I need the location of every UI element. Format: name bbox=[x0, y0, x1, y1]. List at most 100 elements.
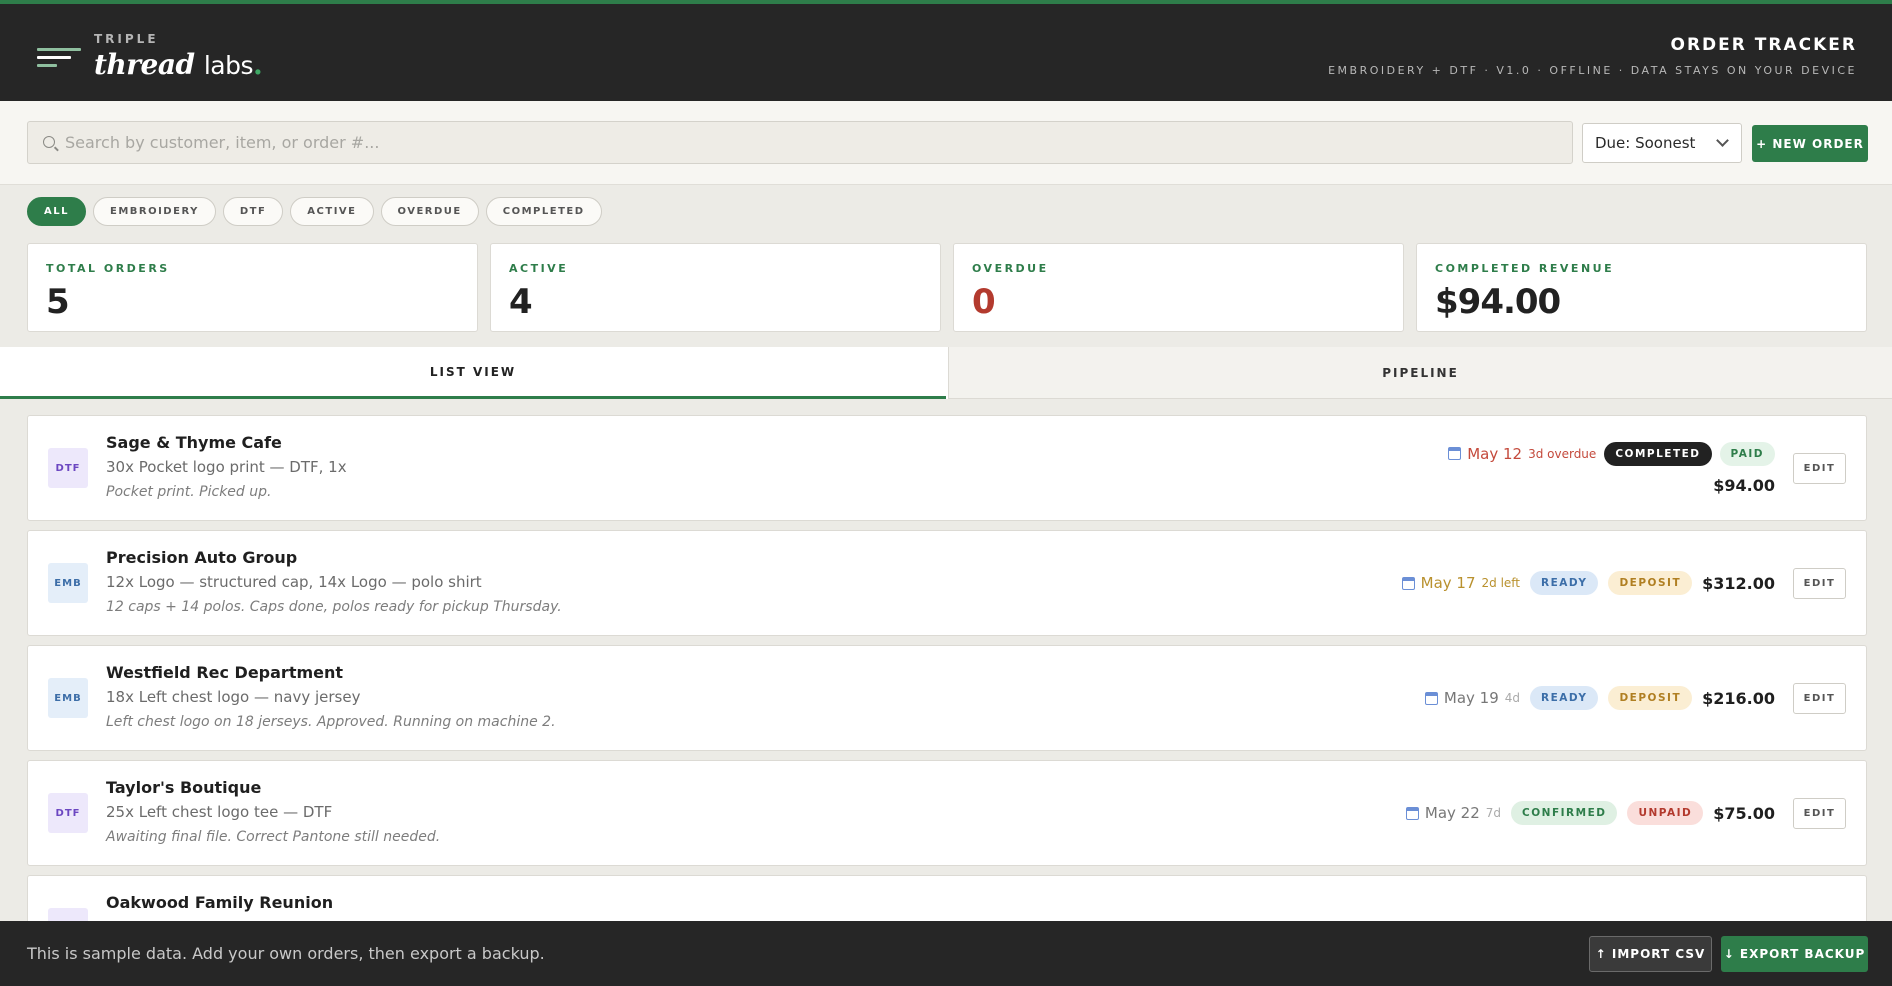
calendar-icon bbox=[1401, 576, 1415, 590]
order-customer: Westfield Rec Department bbox=[106, 663, 344, 682]
filter-embroidery[interactable]: EMBROIDERY bbox=[92, 197, 216, 226]
menu-icon[interactable] bbox=[37, 48, 81, 68]
footer-message: This is sample data. Add your own orders… bbox=[27, 944, 545, 963]
filter-overdue[interactable]: OVERDUE bbox=[380, 197, 479, 226]
order-note: Left chest logo on 18 jerseys. Approved.… bbox=[106, 714, 556, 730]
calendar-icon bbox=[1448, 447, 1462, 460]
order-meta: May 19 4d READY DEPOSIT $216.00 EDIT bbox=[1424, 646, 1846, 750]
filter-all[interactable]: ALL bbox=[27, 197, 86, 226]
filter-active[interactable]: ACTIVE bbox=[290, 197, 374, 226]
order-type-tag: EMB bbox=[48, 678, 88, 718]
stat-label: ACTIVE bbox=[509, 262, 569, 275]
status-badge: READY bbox=[1530, 571, 1599, 595]
order-due-relative: 7d bbox=[1485, 806, 1502, 820]
search-box[interactable] bbox=[27, 121, 1573, 164]
order-type-tag: EMB bbox=[48, 563, 88, 603]
order-due-relative: 2d left bbox=[1481, 576, 1521, 590]
order-meta: May 12 3d overdue COMPLETED PAID $94.00 … bbox=[1448, 416, 1846, 520]
stat-value: 4 bbox=[509, 282, 533, 322]
export-backup-button[interactable]: ↓ EXPORT BACKUP bbox=[1721, 936, 1868, 972]
payment-badge: DEPOSIT bbox=[1608, 686, 1693, 710]
order-items: 25x Left chest logo tee — DTF bbox=[106, 803, 333, 821]
edit-button[interactable]: EDIT bbox=[1793, 452, 1846, 484]
order-items: 12x Logo — structured cap, 14x Logo — po… bbox=[106, 573, 482, 591]
calendar-icon bbox=[1405, 806, 1419, 820]
order-meta: May 17 2d left READY DEPOSIT $312.00 EDI… bbox=[1401, 531, 1846, 635]
status-badge: CONFIRMED bbox=[1511, 801, 1618, 825]
stat-value: 0 bbox=[972, 282, 996, 322]
stat-value: 5 bbox=[46, 282, 70, 322]
order-row[interactable]: DTF Sage & Thyme Cafe 30x Pocket logo pr… bbox=[27, 415, 1867, 521]
payment-badge: UNPAID bbox=[1627, 801, 1704, 825]
stat-active: ACTIVE 4 bbox=[490, 243, 941, 332]
order-customer: Taylor's Boutique bbox=[106, 778, 262, 797]
edit-button[interactable]: EDIT bbox=[1793, 567, 1846, 599]
order-amount: $312.00 bbox=[1702, 573, 1775, 593]
order-items: 30x Pocket logo print — DTF, 1x bbox=[106, 458, 347, 476]
order-row[interactable]: DTF Taylor's Boutique 25x Left chest log… bbox=[27, 760, 1867, 866]
stat-value: $94.00 bbox=[1435, 282, 1561, 322]
search-icon bbox=[43, 136, 55, 148]
import-csv-button[interactable]: ↑ IMPORT CSV bbox=[1589, 936, 1712, 972]
logo: thread labs. bbox=[94, 48, 263, 81]
edit-button[interactable]: EDIT bbox=[1793, 682, 1846, 714]
logo-labs: labs bbox=[203, 51, 254, 80]
payment-badge: DEPOSIT bbox=[1608, 571, 1693, 595]
view-tabs: LIST VIEW PIPELINE bbox=[0, 347, 1892, 399]
stat-completed-revenue: COMPLETED REVENUE $94.00 bbox=[1416, 243, 1867, 332]
order-type-tag: DTF bbox=[48, 793, 88, 833]
order-amount: $75.00 bbox=[1713, 803, 1775, 823]
status-badge: COMPLETED bbox=[1604, 441, 1712, 466]
tab-list-view[interactable]: LIST VIEW bbox=[0, 347, 946, 399]
payment-badge: PAID bbox=[1719, 441, 1775, 466]
filter-chips: ALL EMBROIDERY DTF ACTIVE OVERDUE COMPLE… bbox=[27, 197, 602, 227]
toolbar: Due: Soonest + NEW ORDER bbox=[0, 101, 1892, 185]
edit-button[interactable]: EDIT bbox=[1793, 797, 1846, 829]
logo-thread: thread bbox=[94, 48, 195, 81]
tab-pipeline[interactable]: PIPELINE bbox=[948, 347, 1892, 399]
order-note: Awaiting final file. Correct Pantone sti… bbox=[106, 829, 441, 845]
header-subtitle: EMBROIDERY + DTF · V1.0 · OFFLINE · DATA… bbox=[1328, 64, 1857, 77]
order-due-relative: 3d overdue bbox=[1528, 446, 1597, 461]
order-due-date: May 22 bbox=[1424, 804, 1480, 822]
order-note: 12 caps + 14 polos. Caps done, polos rea… bbox=[106, 599, 562, 615]
order-due-date: May 17 bbox=[1420, 574, 1476, 592]
new-order-button[interactable]: + NEW ORDER bbox=[1752, 125, 1868, 162]
order-row[interactable]: EMB Precision Auto Group 12x Logo — stru… bbox=[27, 530, 1867, 636]
stat-label: OVERDUE bbox=[972, 262, 1049, 275]
stat-total-orders: TOTAL ORDERS 5 bbox=[27, 243, 478, 332]
order-due-date: May 12 bbox=[1467, 444, 1523, 463]
logo-dot: . bbox=[253, 48, 263, 81]
calendar-icon bbox=[1424, 691, 1438, 705]
sort-select-value: Due: Soonest bbox=[1595, 134, 1696, 152]
order-items: 18x Left chest logo — navy jersey bbox=[106, 688, 361, 706]
page-title: ORDER TRACKER bbox=[1670, 35, 1857, 55]
stat-label: TOTAL ORDERS bbox=[46, 262, 170, 275]
order-meta: May 22 7d CONFIRMED UNPAID $75.00 EDIT bbox=[1405, 761, 1846, 865]
footer-bar: This is sample data. Add your own orders… bbox=[0, 921, 1892, 986]
order-customer: Sage & Thyme Cafe bbox=[106, 433, 282, 452]
filter-completed[interactable]: COMPLETED bbox=[485, 197, 602, 226]
app-header: TRIPLE thread labs. ORDER TRACKER EMBROI… bbox=[0, 0, 1892, 101]
order-due-date: May 19 bbox=[1443, 689, 1499, 707]
search-input[interactable] bbox=[65, 122, 1555, 163]
status-badge: READY bbox=[1530, 686, 1599, 710]
order-amount: $216.00 bbox=[1702, 688, 1775, 708]
order-type-tag: DTF bbox=[48, 448, 88, 488]
order-due: May 17 2d left bbox=[1401, 574, 1521, 592]
order-due: May 19 4d bbox=[1424, 689, 1521, 707]
stat-label: COMPLETED REVENUE bbox=[1435, 262, 1615, 275]
order-amount: $94.00 bbox=[1713, 475, 1775, 495]
stat-overdue: OVERDUE 0 bbox=[953, 243, 1404, 332]
order-customer: Precision Auto Group bbox=[106, 548, 298, 567]
chevron-down-icon bbox=[1716, 134, 1729, 147]
order-due: May 22 7d bbox=[1405, 804, 1502, 822]
sort-select[interactable]: Due: Soonest bbox=[1582, 123, 1742, 163]
order-customer: Oakwood Family Reunion bbox=[106, 893, 334, 912]
order-note: Pocket print. Picked up. bbox=[106, 484, 272, 500]
logo-top-text: TRIPLE bbox=[94, 32, 159, 46]
order-due: May 12 3d overdue bbox=[1448, 445, 1596, 463]
order-row[interactable]: EMB Westfield Rec Department 18x Left ch… bbox=[27, 645, 1867, 751]
order-due-relative: 4d bbox=[1504, 691, 1521, 705]
filter-dtf[interactable]: DTF bbox=[222, 197, 284, 226]
